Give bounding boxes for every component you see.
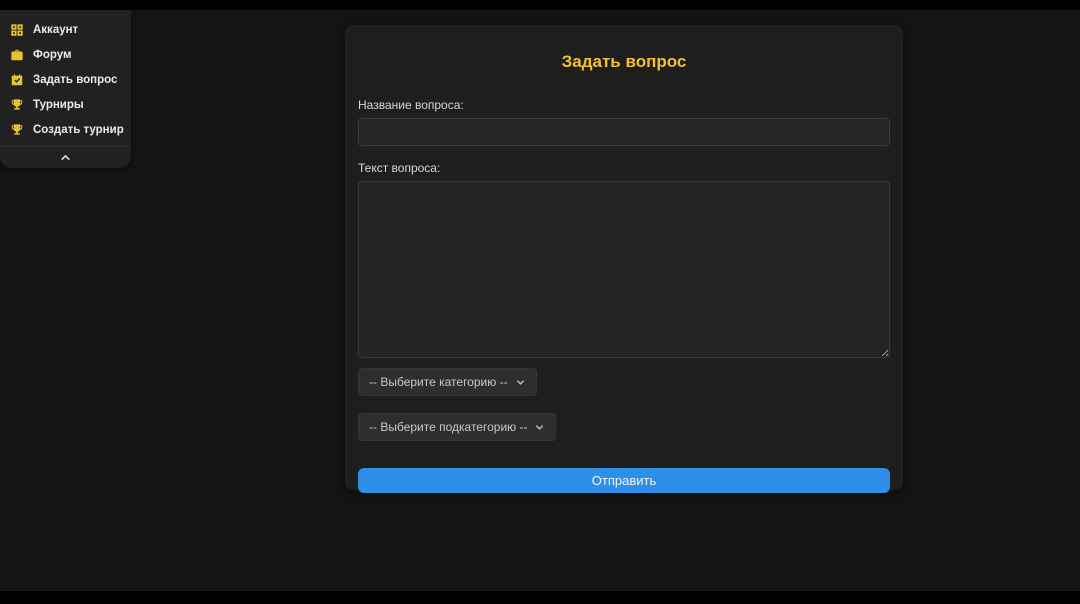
question-text-textarea[interactable]	[358, 181, 890, 358]
sidebar-item-tournaments[interactable]: Турниры	[0, 92, 131, 117]
question-text-label: Текст вопроса:	[358, 161, 441, 175]
category-select[interactable]: -- Выберите категорию --	[358, 368, 537, 396]
sidebar-item-ask-question[interactable]: Задать вопрос	[0, 67, 131, 92]
sidebar-item-label: Задать вопрос	[33, 73, 118, 86]
subcategory-select-value: -- Выберите подкатегорию --	[369, 420, 528, 434]
chevron-down-icon	[515, 377, 526, 388]
grid-icon	[9, 22, 24, 37]
trophy-icon	[9, 122, 24, 137]
question-title-input[interactable]	[358, 118, 890, 146]
sidebar-item-create-tournament[interactable]: Создать турнир	[0, 117, 131, 142]
trophy-icon	[9, 97, 24, 112]
chevron-down-icon	[534, 422, 545, 433]
sidebar-item-label: Форум	[33, 48, 72, 61]
page-title: Задать вопрос	[561, 52, 687, 71]
sidebar-item-account[interactable]: Аккаунт	[0, 17, 131, 42]
ask-question-card: Задать вопрос Название вопроса: Текст во…	[345, 25, 903, 493]
sidebar-item-forum[interactable]: Форум	[0, 42, 131, 67]
briefcase-icon	[9, 47, 24, 62]
sidebar-collapse-button[interactable]	[0, 146, 131, 168]
chevron-up-icon	[59, 151, 72, 164]
subcategory-select[interactable]: -- Выберите подкатегорию --	[358, 413, 557, 441]
sidebar-item-label: Аккаунт	[33, 23, 79, 36]
question-title-label: Название вопроса:	[358, 98, 464, 112]
sidebar-item-label: Турниры	[33, 98, 84, 111]
submit-button[interactable]: Отправить	[358, 468, 890, 493]
clipboard-check-icon	[9, 72, 24, 87]
sidebar-item-label: Создать турнир	[33, 123, 124, 136]
sidebar-menu: Аккаунт Форум Задать вопрос Турниры Созд…	[0, 10, 131, 168]
bottom-letterbox-bar	[0, 591, 1080, 604]
top-letterbox-bar	[0, 0, 1080, 10]
category-select-value: -- Выберите категорию --	[369, 375, 508, 389]
